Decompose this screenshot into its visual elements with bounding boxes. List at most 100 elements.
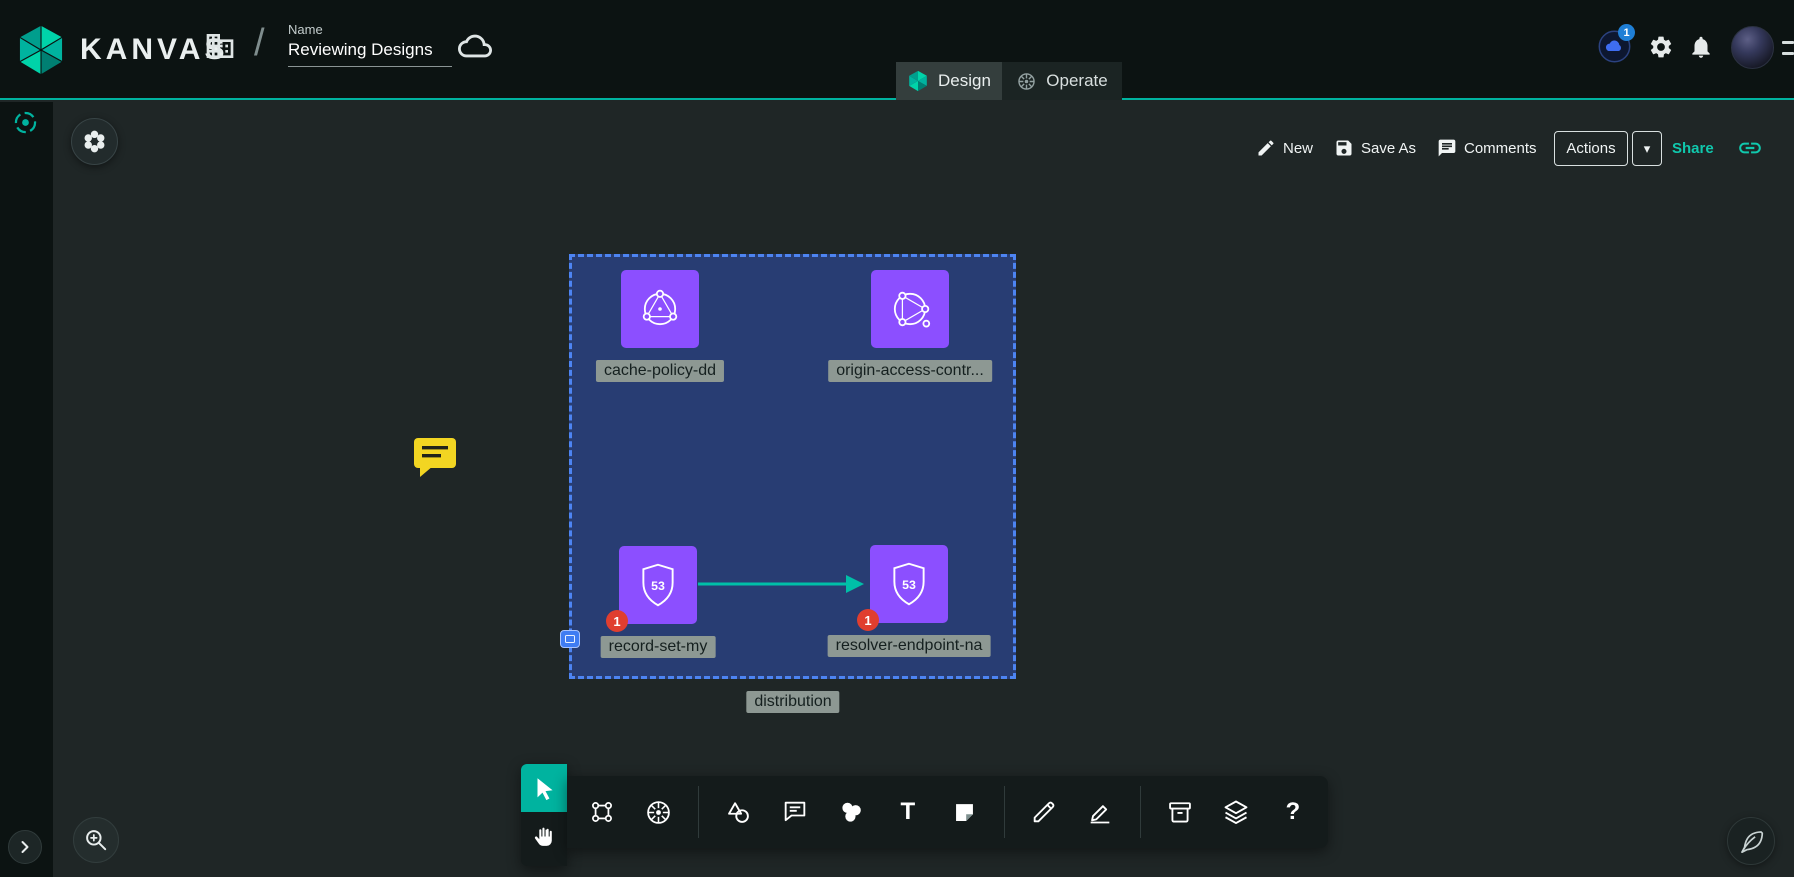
share-button[interactable]: Share xyxy=(1672,130,1714,166)
edge-arrow[interactable] xyxy=(694,568,874,600)
shapes-tool-button[interactable] xyxy=(717,788,760,836)
menu-icon-partial[interactable] xyxy=(1782,33,1794,63)
circles-cluster-icon xyxy=(837,798,865,826)
organization-button[interactable] xyxy=(204,30,236,62)
route53-shield-icon: 53 xyxy=(882,557,936,611)
group-label: distribution xyxy=(746,691,839,713)
node-label: resolver-endpoint-na xyxy=(828,635,991,657)
selection-group-distribution[interactable]: 53 1 53 1 cache-policy-dd origin-access-… xyxy=(569,254,1016,679)
save-as-button[interactable]: Save As xyxy=(1334,130,1416,166)
notifications-button[interactable] xyxy=(1688,34,1714,60)
collapse-glyph-icon xyxy=(565,635,575,643)
tab-operate[interactable]: Operate xyxy=(1002,62,1122,100)
notification-badge: 1 xyxy=(1618,24,1635,41)
sidebar-expand-button[interactable] xyxy=(8,830,42,864)
actions-button[interactable]: Actions xyxy=(1554,131,1628,166)
comments-icon xyxy=(1437,138,1457,158)
kanvas-app: KANVAS / Name Desi xyxy=(0,0,1794,877)
magnifier-plus-icon xyxy=(83,827,109,853)
cloud-icon xyxy=(458,29,492,63)
new-button[interactable]: New xyxy=(1256,130,1313,166)
app-header: KANVAS / Name Desi xyxy=(0,0,1794,100)
zoom-button[interactable] xyxy=(73,817,119,863)
actions-label: Actions xyxy=(1566,140,1615,157)
design-name-label: Name xyxy=(288,22,452,37)
comment-tool-button[interactable] xyxy=(774,788,817,836)
node-origin-access-control[interactable] xyxy=(871,270,949,348)
design-name-field: Name xyxy=(288,22,452,67)
text-tool-icon: T xyxy=(900,798,915,826)
pencil-icon xyxy=(1256,138,1276,158)
organization-icon xyxy=(204,30,236,62)
actions-dropdown-button[interactable]: ▾ xyxy=(1632,131,1662,166)
origin-access-globe-icon xyxy=(883,282,937,336)
design-name-input[interactable] xyxy=(288,37,452,67)
quill-pen-icon xyxy=(1738,828,1765,855)
sticky-note-tool-button[interactable] xyxy=(943,788,986,836)
node-cache-policy[interactable] xyxy=(621,270,699,348)
new-label: New xyxy=(1283,140,1313,157)
kubernetes-wheel-icon xyxy=(644,798,673,827)
shapes-icon xyxy=(724,798,752,826)
comment-marker-icon xyxy=(414,438,458,478)
share-label: Share xyxy=(1672,140,1714,157)
save-as-label: Save As xyxy=(1361,140,1416,157)
cloudfront-globe-icon xyxy=(633,282,687,336)
sticky-note-icon xyxy=(951,799,978,826)
toolbar-divider xyxy=(1140,786,1141,838)
hand-icon xyxy=(532,824,557,849)
annotate-tool-button[interactable] xyxy=(1079,788,1122,836)
cloud-account-button[interactable]: 1 xyxy=(1598,30,1631,63)
quill-pen-button[interactable] xyxy=(1727,817,1775,865)
archive-icon xyxy=(1166,798,1194,826)
tab-design[interactable]: Design xyxy=(896,62,1002,100)
gear-icon xyxy=(1648,34,1674,60)
chevron-right-icon xyxy=(15,837,35,857)
toolbar-divider xyxy=(1004,786,1005,838)
cloud-sync-button[interactable] xyxy=(458,29,492,63)
archive-tool-button[interactable] xyxy=(1159,788,1202,836)
comment-marker[interactable] xyxy=(414,438,458,481)
bell-icon xyxy=(1688,34,1714,60)
canvas-menu-button[interactable] xyxy=(71,118,118,165)
plugin-button[interactable] xyxy=(12,109,39,136)
breadcrumb-slash: / xyxy=(254,22,265,65)
design-toolbar: T xyxy=(567,776,1328,848)
comment-tool-icon xyxy=(781,798,809,826)
pan-tool-button[interactable] xyxy=(521,812,567,860)
copy-link-button[interactable] xyxy=(1737,130,1763,166)
save-icon xyxy=(1334,138,1354,158)
group-collapse-handle[interactable] xyxy=(560,630,580,648)
node-label: record-set-my xyxy=(601,636,716,658)
node-record-set[interactable]: 53 1 xyxy=(619,546,697,624)
draw-tool-button[interactable] xyxy=(1023,788,1066,836)
select-tool-button[interactable] xyxy=(521,764,567,812)
toolbar-divider xyxy=(698,786,699,838)
components-tool-button[interactable] xyxy=(581,788,624,836)
layers-tool-button[interactable] xyxy=(1215,788,1258,836)
cursor-icon xyxy=(531,775,557,801)
dropdown-caret-icon: ▾ xyxy=(1644,141,1651,157)
kanvas-logo-icon xyxy=(14,23,68,77)
settings-button[interactable] xyxy=(1648,34,1674,60)
svg-text:53: 53 xyxy=(651,579,665,593)
design-tab-label: Design xyxy=(938,71,991,91)
text-tool-button[interactable]: T xyxy=(887,788,930,836)
left-sidebar xyxy=(0,102,53,877)
node-label: cache-policy-dd xyxy=(596,360,724,382)
plugin-icon xyxy=(12,109,39,136)
comments-button[interactable]: Comments xyxy=(1437,130,1537,166)
flower-icon xyxy=(81,128,108,155)
route53-shield-icon: 53 xyxy=(631,558,685,612)
components-icon xyxy=(588,798,616,826)
kubernetes-tool-button[interactable] xyxy=(638,788,681,836)
draw-pencil-icon xyxy=(1030,798,1058,826)
help-icon: ? xyxy=(1286,798,1301,826)
brand[interactable]: KANVAS xyxy=(14,0,228,100)
toolbar-primary-tools xyxy=(521,764,567,866)
avatar[interactable] xyxy=(1731,26,1774,69)
help-tool-button[interactable]: ? xyxy=(1272,788,1315,836)
node-resolver-endpoint[interactable]: 53 1 xyxy=(870,545,948,623)
svg-text:53: 53 xyxy=(902,578,916,592)
cluster-tool-button[interactable] xyxy=(830,788,873,836)
